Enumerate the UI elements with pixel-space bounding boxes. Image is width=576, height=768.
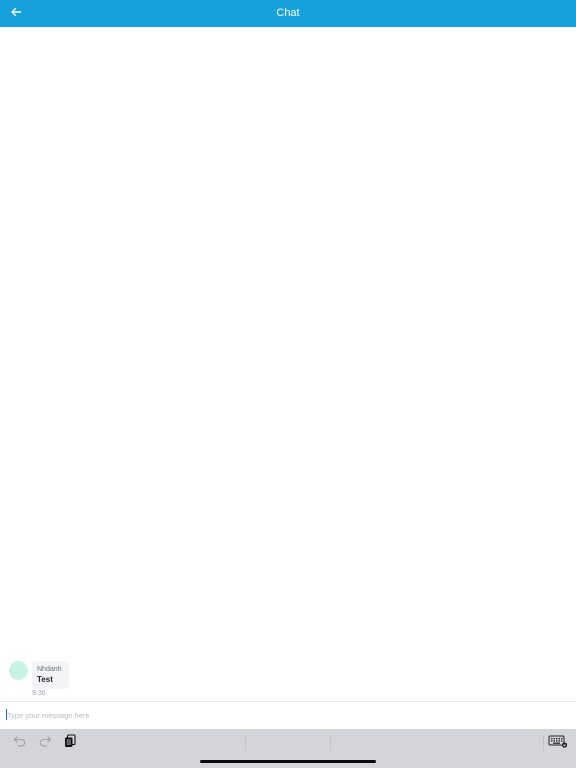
keyboard-icon xyxy=(548,734,568,753)
divider xyxy=(330,735,331,751)
message-list[interactable]: Nhdanh Test 9:36 xyxy=(0,27,576,701)
redo-button[interactable] xyxy=(37,735,53,751)
paste-button[interactable] xyxy=(62,733,78,753)
divider xyxy=(245,735,246,751)
divider xyxy=(543,735,544,751)
avatar[interactable] xyxy=(9,661,28,680)
paste-icon xyxy=(63,733,77,753)
page-title: Chat xyxy=(276,7,300,19)
message-input[interactable] xyxy=(5,708,567,723)
text-caret xyxy=(6,709,7,720)
message-bubble[interactable]: Nhdanh Test xyxy=(32,661,69,689)
undo-button[interactable] xyxy=(12,735,28,751)
dismiss-keyboard-button[interactable] xyxy=(547,735,569,751)
redo-icon xyxy=(38,734,52,753)
chat-screen: Chat Nhdanh Test 9:36 xyxy=(0,0,576,768)
message-sender: Nhdanh xyxy=(37,666,62,673)
undo-icon xyxy=(13,734,27,753)
message-composer xyxy=(0,701,576,729)
app-header: Chat xyxy=(0,0,576,27)
home-indicator xyxy=(200,760,376,763)
message-text: Test xyxy=(37,675,53,684)
message-time: 9:36 xyxy=(32,690,46,697)
